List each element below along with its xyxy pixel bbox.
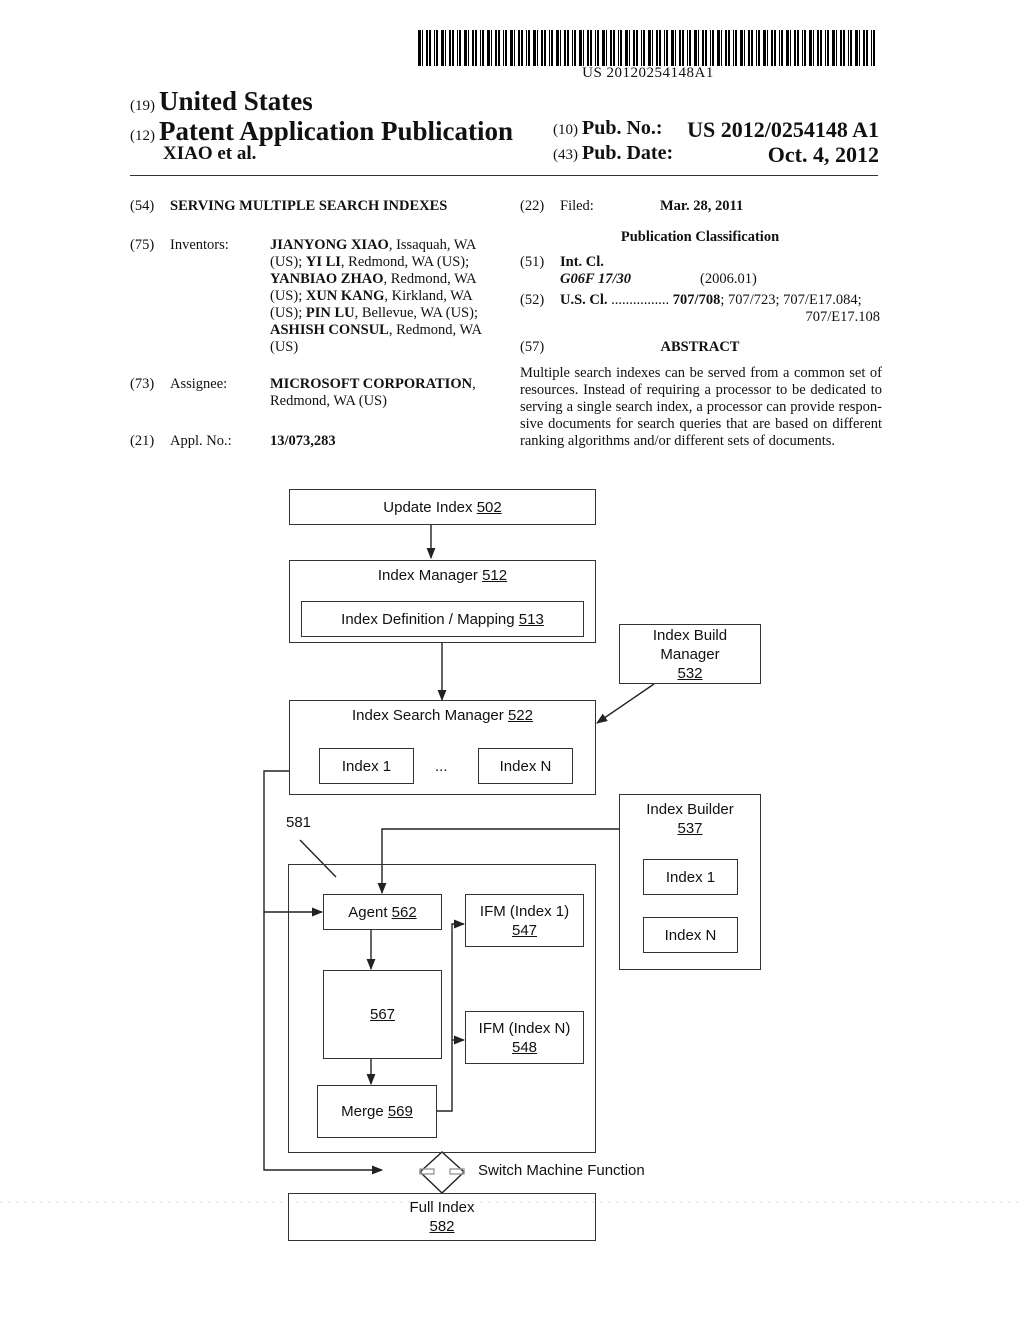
ref-567: 567 bbox=[369, 1006, 396, 1023]
ref-532: 532 bbox=[677, 664, 703, 682]
index-manager-label: Index Manager bbox=[377, 567, 483, 584]
ref-537: 537 bbox=[677, 820, 703, 837]
index-builder-box: Index Builder 537 Index 1 Index N bbox=[619, 794, 761, 970]
switch-machine-function-label: Switch Machine Function bbox=[478, 1162, 645, 1179]
update-index-box: Update Index 502 bbox=[289, 489, 596, 525]
index-definition-box: Index Definition / Mapping 513 bbox=[301, 601, 584, 637]
agent-box: Agent 562 bbox=[323, 894, 442, 930]
ref-513: 513 bbox=[518, 610, 544, 628]
ifm-index-1-box: IFM (Index 1) 547 bbox=[465, 894, 584, 947]
ifm-index-n-box: IFM (Index N) 548 bbox=[465, 1011, 584, 1064]
ifm-index-n-label: IFM (Index N) bbox=[478, 1019, 571, 1037]
merge-label: Merge bbox=[341, 1103, 388, 1120]
figure-diagram: Update Index 502 Index Manager 512 Index… bbox=[0, 0, 1024, 1320]
ref-548: 548 bbox=[511, 1038, 538, 1056]
ref-547: 547 bbox=[511, 921, 538, 939]
ref-581: 581 bbox=[286, 814, 312, 831]
ref-582: 582 bbox=[429, 1218, 455, 1235]
ifm-index-1-label: IFM (Index 1) bbox=[479, 902, 570, 920]
ref-562: 562 bbox=[391, 903, 417, 921]
ref-502: 502 bbox=[476, 498, 502, 516]
merge-box: Merge 569 bbox=[317, 1085, 437, 1138]
box-567: 567 bbox=[323, 970, 442, 1059]
index-build-manager-box: Index Build Manager 532 bbox=[619, 624, 761, 684]
ib-index-1-box: Index 1 bbox=[643, 859, 738, 895]
ism-index-n-label: Index N bbox=[499, 757, 552, 775]
full-index-box: Full Index 582 bbox=[288, 1193, 596, 1241]
index-definition-label: Index Definition / Mapping bbox=[341, 610, 519, 628]
index-build-manager-line1: Index Build bbox=[652, 626, 728, 644]
arrow-buildmgr-to-search bbox=[596, 683, 655, 724]
ref-522: 522 bbox=[507, 707, 533, 724]
full-index-label: Full Index bbox=[409, 1199, 475, 1216]
index-search-manager-label: Index Search Manager bbox=[352, 707, 508, 724]
ism-ellipsis: ... bbox=[435, 758, 448, 775]
ib-index-1-label: Index 1 bbox=[665, 868, 716, 886]
index-manager-box: Index Manager 512 Index Definition / Map… bbox=[289, 560, 596, 643]
ib-index-n-box: Index N bbox=[643, 917, 738, 953]
ref-569: 569 bbox=[387, 1103, 413, 1120]
ib-index-n-label: Index N bbox=[664, 926, 717, 944]
switch-diamond bbox=[418, 1151, 466, 1194]
index-build-manager-line2: Manager bbox=[660, 645, 720, 663]
ism-index-1-label: Index 1 bbox=[341, 757, 392, 775]
index-builder-label: Index Builder bbox=[646, 801, 734, 818]
agent-label: Agent bbox=[348, 903, 392, 921]
ism-index-1-box: Index 1 bbox=[319, 748, 414, 784]
ism-index-n-box: Index N bbox=[478, 748, 573, 784]
ref-512: 512 bbox=[482, 567, 508, 584]
update-index-label: Update Index bbox=[383, 498, 477, 516]
index-search-manager-box: Index Search Manager 522 Index 1 ... Ind… bbox=[289, 700, 596, 795]
